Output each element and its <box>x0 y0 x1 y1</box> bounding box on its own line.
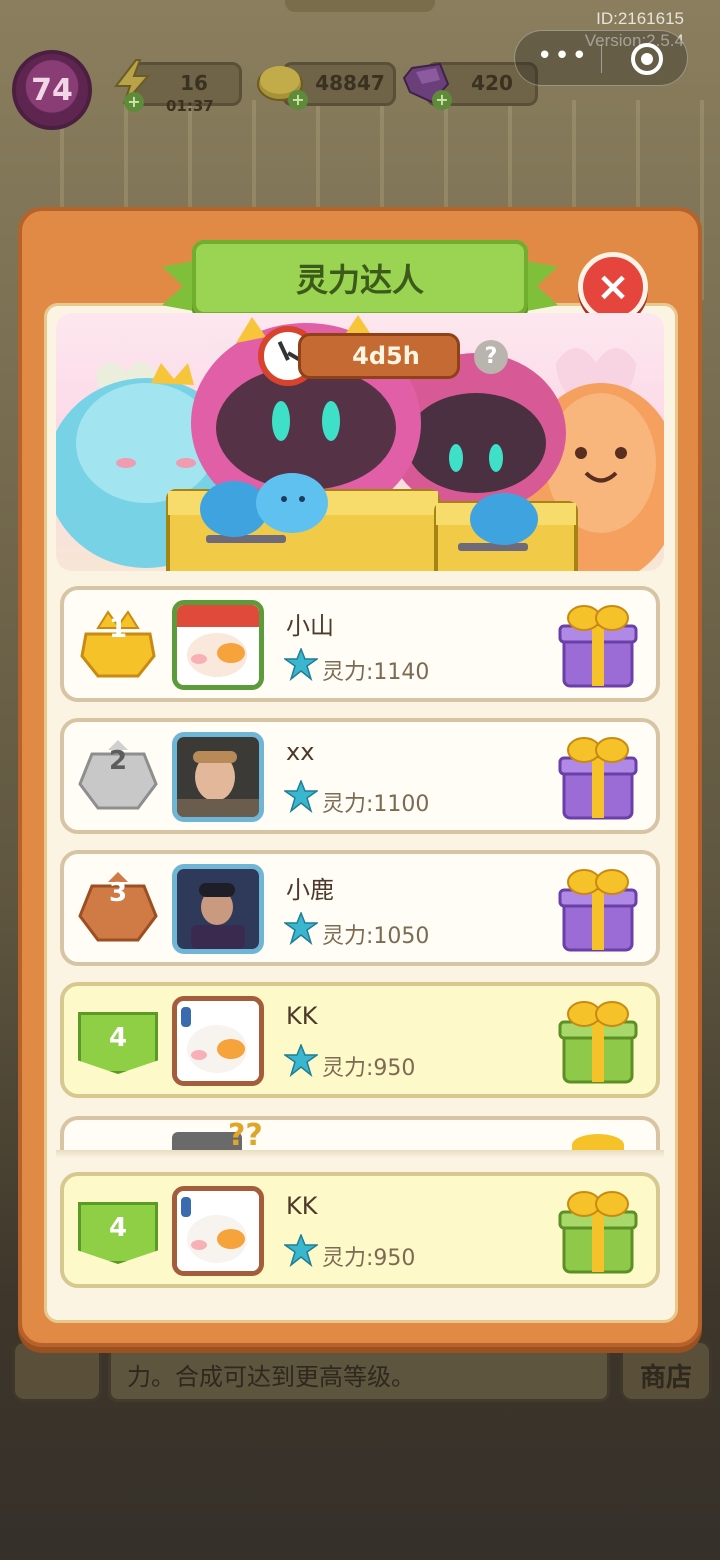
player-level-badge[interactable]: 74 <box>12 50 92 130</box>
dialog-title-banner: 灵力达人 <box>192 240 528 316</box>
player-power: 灵力:1050 <box>322 924 430 949</box>
star-icon <box>284 780 318 814</box>
player-power: 灵力:950 <box>322 1056 416 1081</box>
hint-bar: 力。合成可达到更高等级。 <box>108 1340 610 1402</box>
duck-avatar-image <box>177 605 259 685</box>
gift-icon[interactable] <box>558 600 638 690</box>
rank-number: 2 <box>108 746 128 776</box>
green-rank-ribbon: 4 <box>78 1012 158 1074</box>
avatar[interactable] <box>172 996 264 1086</box>
close-miniprogram-icon[interactable] <box>631 43 663 75</box>
player-power: 灵力:950 <box>322 1246 416 1271</box>
bottom-left-button[interactable] <box>12 1340 102 1402</box>
player-name: KK <box>286 1192 318 1220</box>
user-id: ID:2161615 <box>596 9 684 28</box>
rank-number: 4 <box>108 1213 128 1243</box>
photo-avatar-image <box>177 737 259 817</box>
rank-number: 4 <box>108 1023 128 1053</box>
gift-icon[interactable] <box>558 732 638 822</box>
leaderboard-row-2[interactable]: 2 xx 灵力:1100 <box>60 718 660 834</box>
gift-icon[interactable] <box>558 864 638 954</box>
energy-plus-icon[interactable]: + <box>124 92 144 112</box>
list-divider <box>56 1150 664 1158</box>
player-name: 小鹿 <box>286 876 334 904</box>
player-power: 灵力:1140 <box>322 660 430 685</box>
star-icon <box>284 1234 318 1268</box>
question-marks-icon: ?? <box>228 1118 263 1153</box>
avatar[interactable] <box>172 600 264 690</box>
photo-avatar-image <box>177 869 259 949</box>
miniprogram-capsule: ••• <box>514 30 688 86</box>
player-name: KK <box>286 1002 318 1030</box>
star-icon <box>284 648 318 682</box>
gift-icon[interactable] <box>558 1186 638 1276</box>
close-button[interactable]: × <box>578 252 648 322</box>
gift-icon[interactable] <box>558 996 638 1086</box>
coin-plus-icon[interactable]: + <box>288 90 308 110</box>
dialog-title: 灵力达人 <box>295 261 424 299</box>
avatar[interactable] <box>172 732 264 822</box>
avatar[interactable] <box>172 1186 264 1276</box>
shop-button[interactable]: 商店 <box>620 1340 712 1402</box>
player-name: 小山 <box>286 612 334 640</box>
avatar[interactable] <box>172 864 264 954</box>
my-rank-row[interactable]: 4 KK 灵力:950 <box>60 1172 660 1288</box>
more-menu-icon[interactable]: ••• <box>537 41 589 71</box>
gem-plus-icon[interactable]: + <box>432 90 452 110</box>
hint-text: 力。合成可达到更高等级。 <box>127 1363 415 1391</box>
duck-avatar-image <box>177 1001 259 1081</box>
capsule-divider <box>601 45 602 73</box>
countdown-value: 4d5h <box>352 342 420 370</box>
rank-number: 3 <box>108 878 128 908</box>
top-stub <box>285 0 435 12</box>
help-icon[interactable]: ? <box>474 340 508 374</box>
star-icon <box>284 912 318 946</box>
player-power: 灵力:1100 <box>322 792 430 817</box>
shop-label: 商店 <box>639 1363 692 1393</box>
rank-number: 1 <box>108 614 128 644</box>
player-name: xx <box>286 738 315 766</box>
leaderboard-row-4[interactable]: 4 KK 灵力:950 <box>60 982 660 1098</box>
duck-avatar-image <box>177 1191 259 1271</box>
green-rank-ribbon: 4 <box>78 1202 158 1264</box>
close-icon: × <box>596 264 630 310</box>
player-level-value: 74 <box>31 72 73 108</box>
energy-timer: 01:37 <box>166 97 214 115</box>
leaderboard-row-1[interactable]: 1 小山 灵力:1140 <box>60 586 660 702</box>
star-icon <box>284 1044 318 1078</box>
leaderboard-row-3[interactable]: 3 小鹿 灵力:1050 <box>60 850 660 966</box>
top-hud: 74 16 + 01:37 48847 + 420 + ID:2161615 V… <box>0 0 720 130</box>
event-countdown: 4d5h <box>298 333 460 379</box>
